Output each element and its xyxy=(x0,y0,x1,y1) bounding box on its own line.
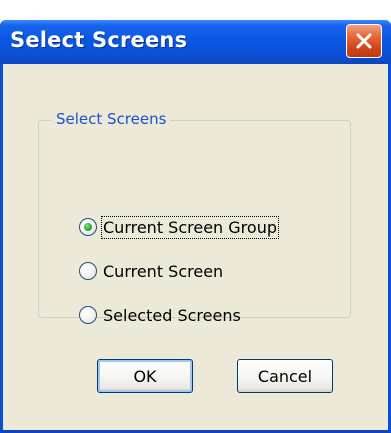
groupbox-title: Select Screens xyxy=(52,110,171,128)
close-x-icon xyxy=(356,33,372,49)
radio-current-screen-group[interactable]: Current Screen Group xyxy=(79,215,279,239)
ok-button[interactable]: OK xyxy=(97,359,193,393)
select-screens-dialog: Select Screens Select Screens Current Sc… xyxy=(0,20,391,433)
dialog-body: Select Screens Current Screen Group Curr… xyxy=(3,64,388,430)
cancel-button[interactable]: Cancel xyxy=(237,359,333,393)
close-button[interactable] xyxy=(346,24,382,58)
radio-label-current-screen[interactable]: Current Screen xyxy=(102,261,224,282)
title-bar[interactable]: Select Screens xyxy=(0,20,391,64)
dialog-title: Select Screens xyxy=(10,28,188,52)
radio-selected-screens[interactable]: Selected Screens xyxy=(79,303,242,327)
radio-current-screen[interactable]: Current Screen xyxy=(79,259,224,283)
radio-button-icon[interactable] xyxy=(79,218,97,236)
radio-button-icon[interactable] xyxy=(79,262,97,280)
radio-label-current-screen-group[interactable]: Current Screen Group xyxy=(101,215,279,239)
radio-label-selected-screens[interactable]: Selected Screens xyxy=(102,305,242,326)
select-screens-groupbox: Select Screens Current Screen Group Curr… xyxy=(38,110,351,325)
radio-selected-dot-icon xyxy=(84,223,92,231)
radio-button-icon[interactable] xyxy=(79,306,97,324)
